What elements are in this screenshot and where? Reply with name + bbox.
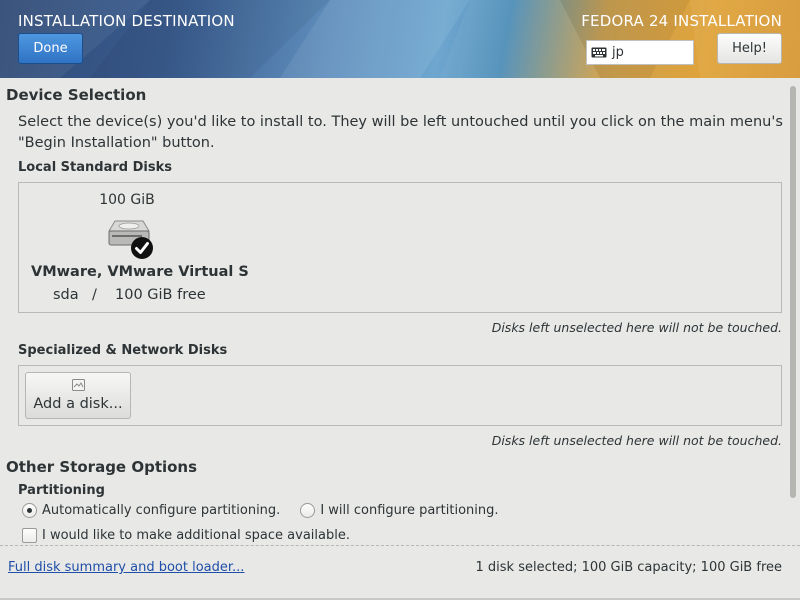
keyboard-icon — [591, 47, 607, 58]
content-scrollbar[interactable] — [790, 86, 796, 498]
disk-summary-link[interactable]: Full disk summary and boot loader... — [8, 560, 244, 575]
reclaim-space-checkbox[interactable] — [22, 528, 37, 543]
partitioning-options: Automatically configure partitioning. I … — [22, 503, 499, 518]
specialized-disks-note: Disks left unselected here will not be t… — [491, 433, 782, 448]
hard-disk-icon — [108, 220, 153, 259]
auto-partition-label[interactable]: Automatically configure partitioning. — [42, 503, 280, 518]
done-button[interactable]: Done — [18, 33, 83, 64]
main-content: Device Selection Select the device(s) yo… — [0, 78, 790, 546]
specialized-disks-heading: Specialized & Network Disks — [18, 343, 228, 358]
reclaim-space-option: I would like to make additional space av… — [22, 528, 350, 543]
manual-partition-radio[interactable] — [300, 503, 316, 518]
disk-selection-summary: 1 disk selected; 100 GiB capacity; 100 G… — [475, 560, 782, 575]
keyboard-layout-label: jp — [612, 45, 624, 60]
disk-free-space: 100 GiB free — [115, 287, 206, 303]
reclaim-space-label[interactable]: I would like to make additional space av… — [42, 528, 350, 543]
disk-tile-sda[interactable]: 100 GiB VMware, VMware Virtual S sda / 1… — [19, 183, 249, 312]
disk-capacity: 100 GiB — [99, 192, 155, 208]
disk-separator: / — [92, 287, 97, 303]
device-selection-heading: Device Selection — [6, 86, 147, 104]
local-disks-note: Disks left unselected here will not be t… — [491, 320, 782, 335]
auto-partition-radio[interactable] — [22, 503, 37, 518]
add-disk-label: Add a disk... — [33, 396, 123, 412]
footer-divider — [0, 545, 800, 546]
local-disks-heading: Local Standard Disks — [18, 160, 172, 175]
instructions-text: Select the device(s) you'd like to insta… — [18, 114, 783, 151]
header-banner: INSTALLATION DESTINATION FEDORA 24 INSTA… — [0, 0, 800, 78]
add-disk-button[interactable]: Add a disk... — [25, 372, 131, 419]
keyboard-layout-indicator[interactable]: jp — [586, 40, 694, 65]
other-storage-heading: Other Storage Options — [6, 458, 198, 476]
product-title: FEDORA 24 INSTALLATION — [581, 12, 782, 30]
help-button[interactable]: Help! — [717, 33, 782, 64]
local-disks-panel: 100 GiB VMware, VMware Virtual S sda / 1… — [18, 182, 782, 313]
page-title: INSTALLATION DESTINATION — [18, 12, 235, 30]
disk-name: VMware, VMware Virtual S — [31, 264, 249, 280]
disk-device: sda — [53, 287, 79, 303]
partitioning-heading: Partitioning — [18, 483, 105, 498]
add-disk-icon — [72, 379, 85, 391]
specialized-disks-panel: Add a disk... — [18, 365, 782, 426]
manual-partition-label[interactable]: I will configure partitioning. — [320, 503, 498, 518]
